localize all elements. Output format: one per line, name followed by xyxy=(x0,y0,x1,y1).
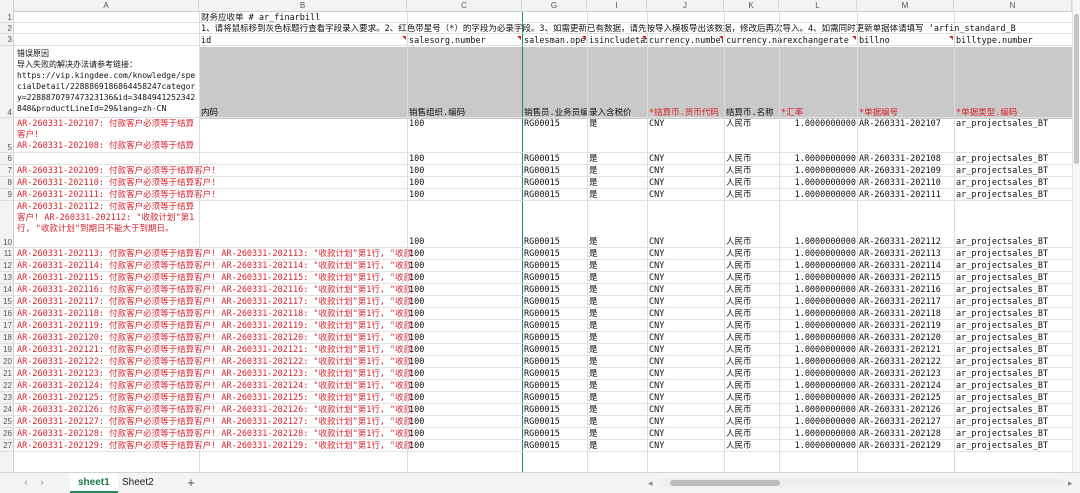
row-header-18[interactable]: 18 xyxy=(0,332,14,344)
row-header-1[interactable]: 1 xyxy=(0,12,14,23)
cell-L5[interactable]: 1.0000000000 xyxy=(780,119,856,130)
row-header-17[interactable]: 17 xyxy=(0,320,14,332)
comment-indicator-icon[interactable] xyxy=(719,36,723,40)
row-header-8[interactable]: 8 xyxy=(0,177,14,189)
cell-C5[interactable]: 100 xyxy=(409,119,521,130)
horizontal-scrollbar[interactable] xyxy=(660,479,1065,487)
cell-J5[interactable]: CNY xyxy=(649,119,723,130)
row-header-23[interactable]: 23 xyxy=(0,392,14,404)
cell-I5[interactable]: 是 xyxy=(589,119,645,130)
row-gridline xyxy=(14,200,1072,201)
column-header-N[interactable]: N xyxy=(954,0,1072,12)
row-gridline xyxy=(14,343,1072,344)
tab-sheet1[interactable]: sheet1 xyxy=(70,473,118,493)
row-gridline xyxy=(14,451,1072,452)
row-header-11[interactable]: 11 xyxy=(0,248,14,260)
row-header-12[interactable]: 12 xyxy=(0,260,14,272)
column-header-G[interactable]: G xyxy=(522,0,587,12)
row-gridline xyxy=(14,439,1072,440)
row-gridline xyxy=(14,117,1072,118)
row-header-10[interactable]: 10 xyxy=(0,201,14,248)
cell-G5[interactable]: RG00015 xyxy=(524,119,586,130)
cell-M5[interactable]: AR-260331-202107 xyxy=(859,119,953,130)
row-gridline xyxy=(14,427,1072,428)
column-header-J[interactable]: J xyxy=(647,0,724,12)
row-header-2[interactable]: 2 xyxy=(0,23,14,34)
column-header-B[interactable]: B xyxy=(199,0,407,12)
row-header-15[interactable]: 15 xyxy=(0,296,14,308)
row-gridline xyxy=(14,33,1072,34)
vertical-scrollbar[interactable] xyxy=(1072,0,1080,472)
row-header-20[interactable]: 20 xyxy=(0,356,14,368)
row-gridline xyxy=(14,22,1072,23)
scroll-right-icon[interactable]: ▸ xyxy=(1068,476,1073,490)
column-header-K[interactable]: K xyxy=(724,0,779,12)
row-gridline xyxy=(14,164,1072,165)
sheet-tab-bar: ‹ › sheet1 Sheet2 + ◂ ▸ xyxy=(0,472,1080,493)
row-gridline xyxy=(14,45,1072,46)
row-gridline xyxy=(14,355,1072,356)
row-header-25[interactable]: 25 xyxy=(0,416,14,428)
tab-sheet2[interactable]: Sheet2 xyxy=(114,473,162,493)
scroll-left-icon[interactable]: ◂ xyxy=(648,476,653,490)
comment-indicator-icon[interactable] xyxy=(642,36,646,40)
row-gridline xyxy=(14,176,1072,177)
row-header-21[interactable]: 21 xyxy=(0,368,14,380)
row-gridline xyxy=(14,152,1072,153)
row-gridline xyxy=(14,403,1072,404)
next-sheet-icon[interactable]: › xyxy=(36,476,48,490)
row-header-24[interactable]: 24 xyxy=(0,404,14,416)
column-header-C[interactable]: C xyxy=(407,0,522,12)
cell-N5[interactable]: ar_projectsales_BT xyxy=(956,119,1072,130)
comment-indicator-icon[interactable] xyxy=(402,36,406,40)
cell-area[interactable]: 财务应收单 # ar_finarbill 1、请将鼠标移到灰色标题行查看字段录入… xyxy=(14,12,1072,472)
row-gridline xyxy=(14,295,1072,296)
row-gridline xyxy=(14,188,1072,189)
row-header-6[interactable]: 6 xyxy=(0,153,14,165)
spreadsheet-grid[interactable]: ABCGIJKLMN 1 2 3 4 5 6 7 8 9 10 11 12 13 14 15 16 17 18 19… xyxy=(0,0,1080,472)
select-all-corner[interactable] xyxy=(0,0,14,12)
horizontal-scroll-thumb[interactable] xyxy=(670,480,780,486)
row-header-13[interactable]: 13 xyxy=(0,272,14,284)
cell-A5-error[interactable]: AR-260331-202107: 付款客户必须等于结算客户! AR-26033… xyxy=(17,119,199,152)
row-header-27[interactable]: 27 xyxy=(0,440,14,452)
row-header-19[interactable]: 19 xyxy=(0,344,14,356)
column-header-M[interactable]: M xyxy=(857,0,954,12)
comment-indicator-icon[interactable] xyxy=(852,36,856,40)
cell-A10-error[interactable]: AR-260331-202112: 付款客户必须等于结算客户! AR-26033… xyxy=(17,202,199,247)
prev-sheet-icon[interactable]: ‹ xyxy=(20,476,32,490)
row-gridline xyxy=(14,415,1072,416)
cell-A4-error-note[interactable]: 错误原因 导入失败的解决办法请参考链接： https://vip.kingdee… xyxy=(17,48,199,118)
row-header-3[interactable]: 3 xyxy=(0,34,14,46)
row-header-5[interactable]: 5 xyxy=(0,118,14,153)
column-header-bar: ABCGIJKLMN xyxy=(0,0,1072,12)
add-sheet-icon[interactable]: + xyxy=(184,475,198,491)
row-gridline xyxy=(14,331,1072,332)
row-header-bar: 1 2 3 4 5 6 7 8 9 10 11 12 13 14 15 16 17 18 19 20 21 22 23 24 2… xyxy=(0,12,14,472)
comment-indicator-icon[interactable] xyxy=(949,36,953,40)
row-header-14[interactable]: 14 xyxy=(0,284,14,296)
row-header-22[interactable]: 22 xyxy=(0,380,14,392)
row-header-9[interactable]: 9 xyxy=(0,189,14,201)
comment-indicator-icon[interactable] xyxy=(517,36,521,40)
row-gridline xyxy=(14,379,1072,380)
cell-K5[interactable]: 人民币 xyxy=(726,119,778,130)
row-gridline xyxy=(14,283,1072,284)
row-gridline xyxy=(14,259,1072,260)
row-header-26[interactable]: 26 xyxy=(0,428,14,440)
row-gridline xyxy=(14,391,1072,392)
row-header-16[interactable]: 16 xyxy=(0,308,14,320)
comment-indicator-icon[interactable] xyxy=(582,36,586,40)
row-gridline xyxy=(14,247,1072,248)
row-gridline xyxy=(14,319,1072,320)
vertical-scroll-thumb[interactable] xyxy=(1074,14,1079,164)
row-header-4[interactable]: 4 xyxy=(0,46,14,118)
row-gridline xyxy=(14,367,1072,368)
column-header-A[interactable]: A xyxy=(14,0,199,12)
row-gridline xyxy=(14,307,1072,308)
column-header-I[interactable]: I xyxy=(587,0,647,12)
column-header-L[interactable]: L xyxy=(779,0,857,12)
row-header-7[interactable]: 7 xyxy=(0,165,14,177)
row-gridline xyxy=(14,271,1072,272)
